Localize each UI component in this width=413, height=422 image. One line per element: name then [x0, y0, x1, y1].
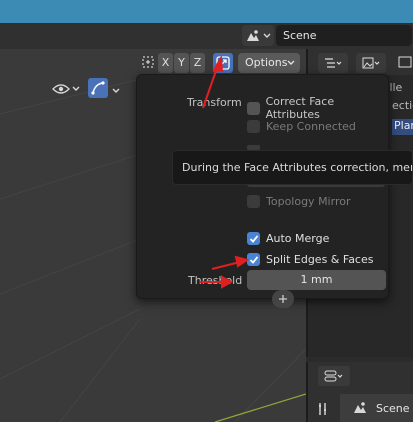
annotation-arrows — [200, 54, 250, 289]
